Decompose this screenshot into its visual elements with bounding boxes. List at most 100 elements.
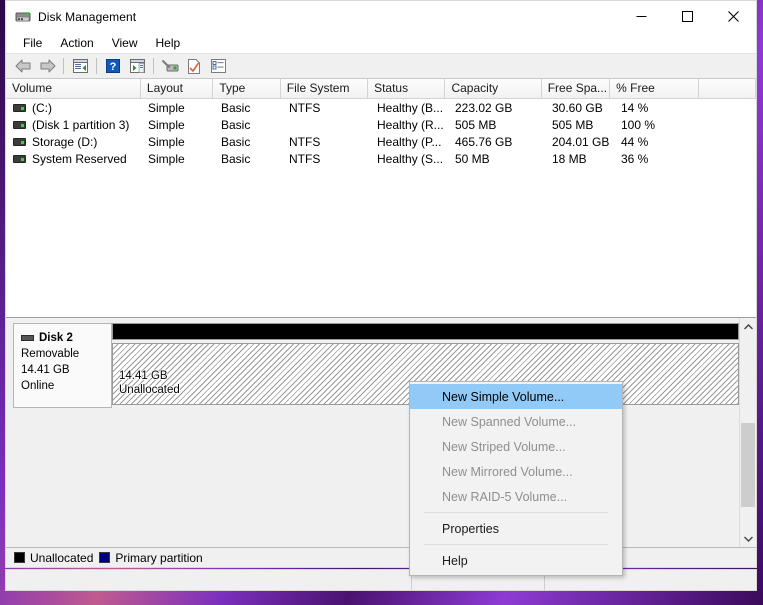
disk-graphic-area: Disk 2 Removable 14.41 GB Online 14.41 G… [6, 318, 739, 547]
scroll-up-icon[interactable] [740, 318, 756, 335]
cell-percent-free: 36 % [621, 151, 649, 166]
menu-item-new-raid-5-volume: New RAID-5 Volume... [442, 489, 568, 504]
cell-status: Healthy (B... [377, 100, 444, 115]
table-row[interactable]: (C:) Simple Basic NTFS Healthy (B... 223.02 G… [6, 99, 756, 116]
legend-label-primary-partition: Primary partition [115, 550, 203, 565]
cell-status: Healthy (R... [377, 117, 444, 132]
cell-type: Basic [221, 134, 251, 149]
cell-volume-label: Storage (D:) [32, 134, 98, 149]
column-header-type[interactable]: Type [213, 79, 281, 98]
menu-help[interactable]: Help [147, 34, 190, 52]
show-action-pane-icon[interactable] [126, 56, 148, 77]
scroll-down-icon[interactable] [740, 530, 756, 547]
column-header-free[interactable]: % Free [610, 79, 700, 98]
show-hide-console-tree-icon[interactable] [69, 56, 91, 77]
cell-layout: Simple [148, 117, 185, 132]
back-arrow-icon[interactable] [12, 56, 34, 77]
rescan-disks-icon[interactable] [159, 56, 181, 77]
cell-capacity: 50 MB [455, 151, 490, 166]
cell-status: Healthy (P... [377, 134, 442, 149]
cell-file-system: NTFS [289, 134, 321, 149]
forward-arrow-icon[interactable] [36, 56, 58, 77]
cell-free-space: 505 MB [552, 117, 594, 132]
close-button[interactable] [710, 1, 756, 32]
toolbar: ? [6, 54, 756, 79]
scrollbar-track[interactable] [740, 335, 756, 530]
menu-item-new-mirrored-volume: New Mirrored Volume... [442, 464, 573, 479]
table-row[interactable]: System Reserved Simple Basic NTFS Healthy (S… [6, 150, 756, 167]
cell-volume-label: (C:) [32, 100, 52, 115]
menu-separator [424, 512, 608, 513]
disk-info-box[interactable]: Disk 2 Removable 14.41 GB Online [13, 323, 112, 408]
cell-status: Healthy (S... [377, 151, 444, 166]
minimize-button[interactable] [618, 1, 664, 32]
legend-label-unallocated: Unallocated [30, 550, 94, 565]
column-header-status[interactable]: Status [368, 79, 446, 98]
menu-file[interactable]: File [14, 34, 51, 52]
disk-row-disk2: Disk 2 Removable 14.41 GB Online 14.41 G… [13, 323, 739, 408]
table-row[interactable]: Storage (D:) Simple Basic NTFS Healthy (P...… [6, 133, 756, 150]
table-row[interactable]: (Disk 1 partition 3) Simple Basic Healthy (… [6, 116, 756, 133]
cell-capacity: 505 MB [455, 117, 497, 132]
menu-action[interactable]: Action [51, 34, 102, 52]
legend-bar: Unallocated Primary partition [6, 547, 756, 567]
disk-management-window: Disk Management File Action View Help ? … [5, 0, 757, 568]
cell-layout: Simple [148, 134, 185, 149]
cell-type: Basic [221, 117, 251, 132]
column-header-capacity[interactable]: Capacity [445, 79, 542, 98]
cell-volume-label: System Reserved [32, 151, 127, 166]
cell-free-space: 30.60 GB [552, 100, 603, 115]
scrollbar-thumb[interactable] [741, 422, 755, 507]
disk-state: Online [21, 380, 55, 392]
disk-graphic-panel: Disk 2 Removable 14.41 GB Online 14.41 G… [6, 318, 756, 547]
cell-layout: Simple [148, 100, 185, 115]
legend-item-unallocated: Unallocated [14, 551, 93, 565]
partition-label: Unallocated [119, 384, 180, 396]
status-bar [5, 569, 757, 591]
cell-volume-label: (Disk 1 partition 3) [32, 117, 130, 132]
volume-table-header: Volume Layout Type File System Status Capacit… [6, 79, 756, 99]
disk-name: Disk 2 [39, 332, 73, 344]
disk-drive-icon [15, 9, 31, 25]
title-bar: Disk Management [6, 1, 756, 32]
volume-table-body: (C:) Simple Basic NTFS Healthy (B... 223.02 G… [6, 99, 756, 317]
status-cell-1 [6, 570, 412, 590]
properties-icon[interactable] [183, 56, 205, 77]
column-header-blank[interactable] [699, 79, 756, 98]
disk-size: 14.41 GB [21, 364, 70, 376]
cell-percent-free: 100 % [621, 117, 656, 132]
maximize-button[interactable] [664, 1, 710, 32]
menu-view[interactable]: View [103, 34, 147, 52]
cell-free-space: 204.01 GB [552, 134, 610, 149]
cell-file-system: NTFS [289, 100, 321, 115]
cell-type: Basic [221, 151, 251, 166]
help-icon[interactable]: ? [102, 56, 124, 77]
menu-item-help[interactable]: Help [410, 548, 622, 573]
cell-volume: System Reserved [6, 152, 142, 166]
column-header-layout[interactable]: Layout [140, 79, 214, 98]
svg-text:?: ? [110, 61, 117, 73]
volume-list-panel: Volume Layout Type File System Status Capacit… [6, 79, 756, 318]
menu-item-properties[interactable]: Properties [410, 516, 622, 541]
legend-swatch-unallocated [14, 552, 25, 563]
menu-item-new-simple-volume[interactable]: New Simple Volume... [410, 384, 622, 409]
column-header-file-system[interactable]: File System [280, 79, 369, 98]
window-title: Disk Management [38, 9, 137, 24]
volume-drive-icon [13, 154, 26, 163]
list-view-icon[interactable] [207, 56, 229, 77]
cell-type: Basic [221, 100, 251, 115]
disk-kind: Removable [21, 348, 80, 360]
cell-capacity: 223.02 GB [455, 100, 513, 115]
column-header-free-spa[interactable]: Free Spa... [541, 79, 611, 98]
cell-percent-free: 44 % [621, 134, 649, 149]
menu-bar: File Action View Help [6, 32, 756, 54]
column-header-volume[interactable]: Volume [6, 79, 141, 98]
disk-panel-scrollbar[interactable] [739, 318, 756, 547]
volume-drive-icon [13, 103, 26, 112]
partition-size: 14.41 GB [119, 370, 168, 382]
disk-header-bar [112, 323, 739, 340]
cell-layout: Simple [148, 151, 185, 166]
toolbar-separator [63, 58, 64, 74]
disk-icon [21, 335, 34, 341]
cell-file-system: NTFS [289, 151, 321, 166]
